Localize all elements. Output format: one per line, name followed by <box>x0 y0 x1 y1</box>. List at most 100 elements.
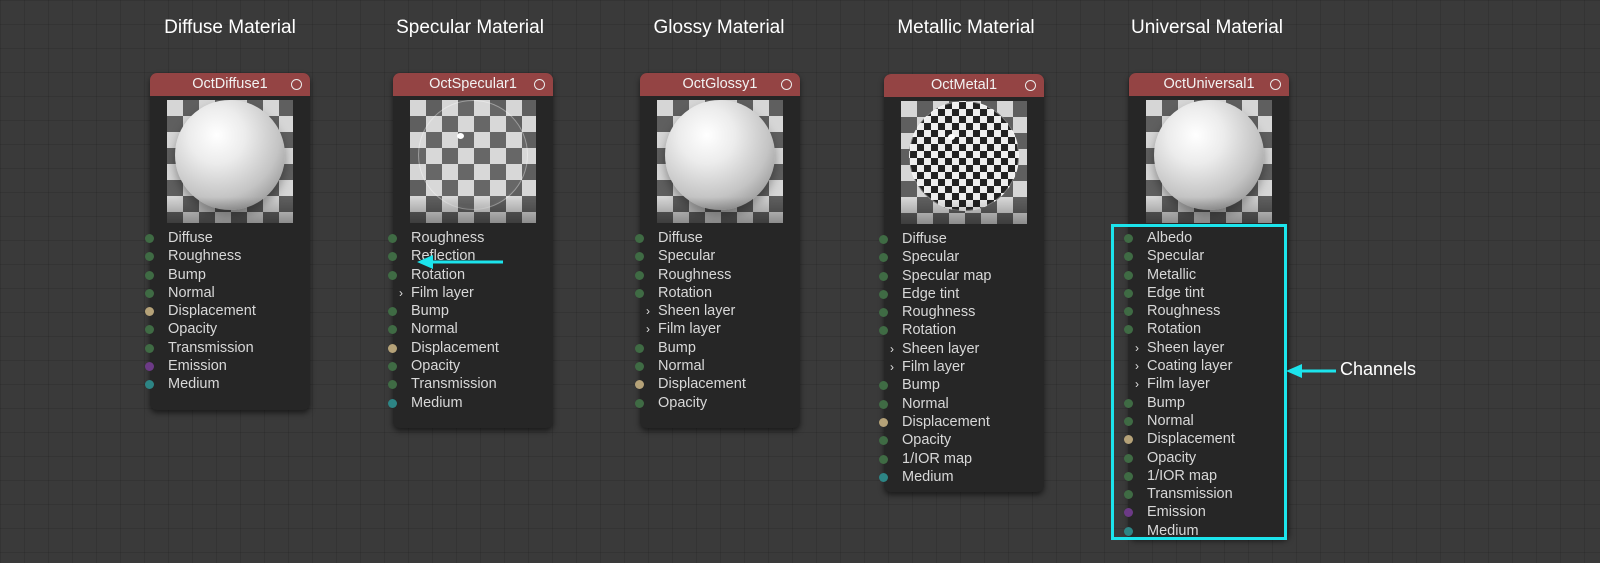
node-header[interactable]: OctGlossy1 <box>640 73 800 96</box>
pin-dot-icon[interactable] <box>388 362 397 372</box>
chevron-right-icon[interactable]: › <box>890 358 894 376</box>
pin-group[interactable]: › Film layer <box>640 320 800 338</box>
input-pin[interactable]: Displacement <box>635 375 800 393</box>
input-pin[interactable]: Transmission <box>145 339 310 357</box>
pin-dot-icon[interactable] <box>145 325 154 335</box>
pin-dot-icon[interactable] <box>635 270 644 280</box>
pin-dot-icon[interactable] <box>145 307 154 317</box>
chevron-right-icon[interactable]: › <box>646 320 650 338</box>
pin-dot-icon[interactable] <box>145 362 154 372</box>
material-node-specular[interactable]: OctSpecular1 Roughness Reflection Rotation ›… <box>388 73 553 428</box>
input-pin[interactable]: Bump <box>879 376 1044 394</box>
chevron-right-icon[interactable]: › <box>890 340 894 358</box>
pin-dot-icon[interactable] <box>145 380 154 390</box>
pin-dot-icon[interactable] <box>879 326 888 336</box>
input-pin[interactable]: Specular <box>879 248 1044 266</box>
pin-dot-icon[interactable] <box>879 235 888 244</box>
chevron-right-icon[interactable]: › <box>399 284 403 302</box>
pin-dot-icon[interactable] <box>879 253 888 263</box>
input-pin[interactable]: Normal <box>388 320 553 338</box>
input-pin[interactable]: Edge tint <box>879 285 1044 303</box>
chevron-right-icon[interactable]: › <box>646 302 650 320</box>
pin-dot-icon[interactable] <box>635 234 644 243</box>
pin-group[interactable]: › Sheen layer <box>884 340 1044 358</box>
output-port-icon[interactable] <box>1025 80 1036 91</box>
material-preview <box>167 100 293 223</box>
input-pin[interactable]: Transmission <box>388 375 553 393</box>
input-pin[interactable]: Rotation <box>635 284 800 302</box>
pin-dot-icon[interactable] <box>388 307 397 317</box>
input-pin[interactable]: Normal <box>635 357 800 375</box>
output-port-icon[interactable] <box>1270 79 1281 90</box>
pin-dot-icon[interactable] <box>388 252 397 262</box>
input-pin[interactable]: Medium <box>879 468 1044 486</box>
pin-dot-icon[interactable] <box>879 381 888 391</box>
input-pin[interactable]: Roughness <box>879 303 1044 321</box>
input-pin[interactable]: Opacity <box>635 394 800 412</box>
pin-dot-icon[interactable] <box>145 270 154 280</box>
input-pin[interactable]: Roughness <box>145 247 310 265</box>
pin-dot-icon[interactable] <box>388 270 397 280</box>
input-pin[interactable]: Diffuse <box>635 229 800 247</box>
pin-dot-icon[interactable] <box>388 398 397 408</box>
input-pin[interactable]: Opacity <box>879 431 1044 449</box>
pin-dot-icon[interactable] <box>879 271 888 281</box>
pin-dot-icon[interactable] <box>388 325 397 335</box>
input-pin[interactable]: Normal <box>145 284 310 302</box>
input-pin[interactable]: Opacity <box>388 357 553 375</box>
pin-dot-icon[interactable] <box>635 288 644 298</box>
pin-dot-icon[interactable] <box>145 343 154 353</box>
output-port-icon[interactable] <box>291 79 302 90</box>
pin-dot-icon[interactable] <box>879 472 888 482</box>
material-node-diffuse[interactable]: OctDiffuse1 Diffuse Roughness Bump Normal Dis… <box>145 73 310 410</box>
pin-dot-icon[interactable] <box>879 308 888 318</box>
pin-label: Roughness <box>902 304 976 321</box>
pin-dot-icon[interactable] <box>635 398 644 408</box>
pin-dot-icon[interactable] <box>145 288 154 298</box>
pin-dot-icon[interactable] <box>635 343 644 353</box>
pin-dot-icon[interactable] <box>388 343 397 353</box>
input-pin[interactable]: Displacement <box>145 302 310 320</box>
input-pin[interactable]: Diffuse <box>145 229 310 247</box>
input-pin[interactable]: Specular map <box>879 267 1044 285</box>
node-header[interactable]: OctDiffuse1 <box>150 73 310 96</box>
pin-dot-icon[interactable] <box>635 362 644 372</box>
node-header[interactable]: OctSpecular1 <box>393 73 553 96</box>
pin-dot-icon[interactable] <box>879 454 888 464</box>
input-pin[interactable]: Bump <box>388 302 553 320</box>
input-pin[interactable]: 1/IOR map <box>879 450 1044 468</box>
material-node-metallic[interactable]: OctMetal1 Diffuse Specular Specular map Edge… <box>879 74 1044 492</box>
input-pin[interactable]: Bump <box>635 339 800 357</box>
input-pin[interactable]: Roughness <box>635 266 800 284</box>
material-node-glossy[interactable]: OctGlossy1 Diffuse Specular Roughness Rotati… <box>635 73 800 428</box>
pin-group[interactable]: › Film layer <box>884 358 1044 376</box>
pin-dot-icon[interactable] <box>145 252 154 262</box>
input-pin[interactable]: Specular <box>635 247 800 265</box>
pin-dot-icon[interactable] <box>879 289 888 299</box>
output-port-icon[interactable] <box>534 79 545 90</box>
pin-dot-icon[interactable] <box>388 380 397 390</box>
input-pin[interactable]: Normal <box>879 395 1044 413</box>
pin-dot-icon[interactable] <box>879 399 888 409</box>
pin-group[interactable]: › Sheen layer <box>640 302 800 320</box>
input-pin[interactable]: Displacement <box>388 339 553 357</box>
output-port-icon[interactable] <box>781 79 792 90</box>
pin-dot-icon[interactable] <box>635 380 644 390</box>
pin-dot-icon[interactable] <box>879 417 888 427</box>
input-pin[interactable]: Roughness <box>388 229 553 247</box>
node-header[interactable]: OctMetal1 <box>884 74 1044 97</box>
input-pin[interactable]: Rotation <box>879 321 1044 339</box>
input-pin[interactable]: Bump <box>145 266 310 284</box>
input-pin[interactable]: Medium <box>388 394 553 412</box>
pin-dot-icon[interactable] <box>145 234 154 243</box>
input-pin[interactable]: Emission <box>145 357 310 375</box>
pin-dot-icon[interactable] <box>879 436 888 446</box>
input-pin[interactable]: Medium <box>145 375 310 393</box>
input-pin[interactable]: Opacity <box>145 320 310 338</box>
pin-dot-icon[interactable] <box>388 234 397 243</box>
input-pin[interactable]: Displacement <box>879 413 1044 431</box>
pin-group[interactable]: › Film layer <box>393 284 553 302</box>
input-pin[interactable]: Diffuse <box>879 230 1044 248</box>
pin-dot-icon[interactable] <box>635 252 644 262</box>
node-header[interactable]: OctUniversal1 <box>1129 73 1289 96</box>
